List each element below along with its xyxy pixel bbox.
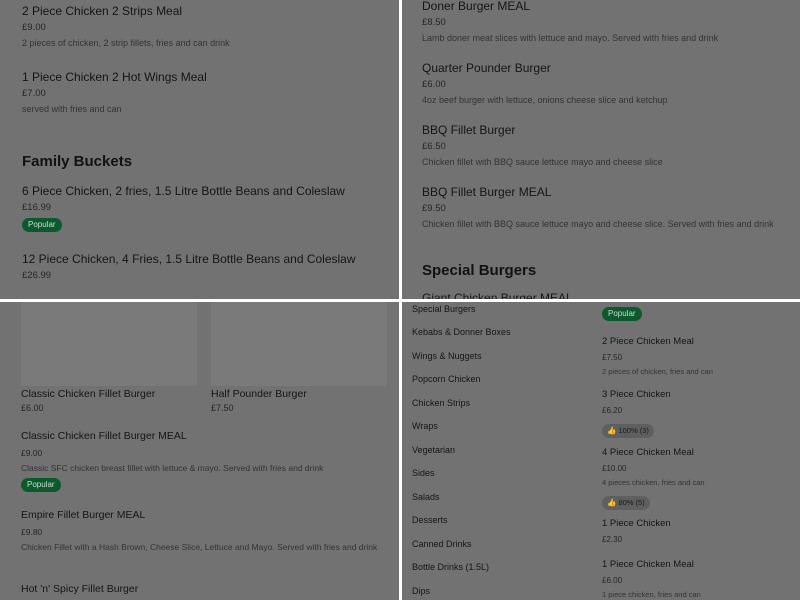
item-price: £6.00 [602, 576, 623, 585]
item-name: 1 Piece Chicken [602, 518, 671, 529]
card-name[interactable]: Half Pounder Burger [211, 388, 307, 401]
menu-item[interactable]: 1 Piece Chicken 2 Hot Wings Meal £7.00 s… [22, 70, 389, 115]
item-price: £8.50 [422, 17, 446, 28]
menu-item[interactable]: 12 Piece Chicken, 4 Fries, 1.5 Litre Bot… [22, 252, 389, 282]
item-price: £6.00 [422, 79, 446, 90]
item-description: Classic SFC chicken breast fillet with l… [21, 463, 324, 473]
category-link[interactable]: Special Burgers [412, 304, 476, 315]
popular-badge: Popular [602, 307, 642, 321]
item-name: 6 Piece Chicken, 2 fries, 1.5 Litre Bott… [22, 184, 345, 198]
menu-item[interactable]: BBQ Fillet Burger £6.50 Chicken fillet w… [422, 123, 790, 168]
item-price: £6.20 [602, 406, 623, 415]
category-link[interactable]: Wraps [412, 421, 438, 432]
menu-item[interactable]: BBQ Fillet Burger MEAL £9.50 Chicken fil… [422, 185, 790, 230]
item-price: £6.50 [422, 141, 446, 152]
category-link[interactable]: Popcorn Chicken [412, 374, 481, 385]
item-name: 4 Piece Chicken Meal [602, 447, 694, 458]
item-price: £9.50 [422, 203, 446, 214]
item-name: Doner Burger MEAL [422, 0, 531, 13]
category-link[interactable]: Dips [412, 586, 430, 597]
menu-item[interactable]: 3 Piece Chicken £6.20 👍 100% (3) [602, 388, 794, 438]
item-name: BBQ Fillet Burger MEAL [422, 185, 552, 199]
thumbs-up-icon: 👍 [607, 498, 617, 507]
menu-panel-bottom-right: Special Burgers Kebabs & Donner Boxes Wi… [402, 302, 800, 600]
rating-badge: 👍 80% (5) [602, 496, 650, 510]
item-description: Chicken fillet with BBQ sauce lettuce ma… [422, 157, 663, 167]
menu-item[interactable]: 1 Piece Chicken Meal £6.00 1 piece chick… [602, 558, 794, 600]
category-link[interactable]: Salads [412, 492, 440, 503]
card-name[interactable]: Classic Chicken Fillet Burger [21, 388, 155, 401]
menu-panel-top-left: 2 Piece Chicken 2 Strips Meal £9.00 2 pi… [0, 0, 399, 299]
item-price: £7.00 [22, 88, 46, 99]
menu-panel-bottom-left: Classic Chicken Fillet Burger £6.00 Half… [0, 302, 399, 600]
category-link[interactable]: Kebabs & Donner Boxes [412, 327, 511, 338]
item-price: £9.80 [21, 527, 43, 537]
item-price: £16.99 [22, 202, 52, 213]
section-heading: Special Burgers [422, 262, 537, 279]
item-description: Chicken Fillet with a Hash Brown, Cheese… [21, 542, 378, 552]
thumbs-up-icon: 👍 [607, 426, 617, 435]
menu-item[interactable]: 1 Piece Chicken £2.30 [602, 517, 794, 546]
item-name: 2 Piece Chicken 2 Strips Meal [22, 4, 183, 18]
category-link[interactable]: Chicken Strips [412, 398, 470, 409]
item-description: Lamb doner meat slices with lettuce and … [422, 33, 719, 43]
menu-item[interactable]: Quarter Pounder Burger £6.00 4oz beef bu… [422, 61, 790, 106]
popular-badge-row: Popular [602, 303, 794, 321]
menu-item[interactable]: Empire Fillet Burger MEAL £9.80 Chicken … [21, 508, 389, 553]
item-price: £9.00 [21, 448, 43, 458]
item-price: £9.00 [22, 22, 46, 33]
item-name: 12 Piece Chicken, 4 Fries, 1.5 Litre Bot… [22, 252, 356, 266]
item-name: BBQ Fillet Burger [422, 123, 516, 137]
menu-item[interactable]: Hot 'n' Spicy Fillet Burger [21, 582, 389, 596]
item-price: £2.30 [602, 535, 623, 544]
item-name: Classic Chicken Fillet Burger MEAL [21, 430, 187, 442]
category-link[interactable]: Vegetarian [412, 445, 455, 456]
menu-item[interactable]: 6 Piece Chicken, 2 fries, 1.5 Litre Bott… [22, 184, 389, 232]
menu-item[interactable]: Classic Chicken Fillet Burger MEAL £9.00… [21, 429, 389, 492]
category-link[interactable]: Bottle Drinks (1.5L) [412, 562, 489, 573]
section-heading: Family Buckets [22, 153, 133, 170]
menu-item[interactable]: 4 Piece Chicken Meal £10.00 4 pieces chi… [602, 446, 794, 510]
menu-item[interactable]: Doner Burger MEAL £8.50 Lamb doner meat … [422, 0, 790, 44]
item-price: £7.50 [602, 353, 623, 362]
item-description: Chicken fillet with BBQ sauce lettuce ma… [422, 219, 774, 229]
rating-row: 👍 80% (5) [602, 492, 794, 510]
item-name: Quarter Pounder Burger [422, 61, 551, 75]
item-name: Hot 'n' Spicy Fillet Burger [21, 583, 139, 595]
rating-row: 👍 100% (3) [602, 420, 794, 438]
category-link[interactable]: Sides [412, 468, 435, 479]
rating-badge: 👍 100% (3) [602, 424, 654, 438]
rating-value: 100% (3) [618, 426, 649, 435]
category-link[interactable]: Wings & Nuggets [412, 351, 482, 362]
item-description: 2 pieces of chicken, 2 strip fillets, fr… [22, 38, 230, 48]
category-link[interactable]: Canned Drinks [412, 539, 472, 550]
card-price: £6.00 [21, 403, 44, 413]
rating-value: 80% (5) [618, 498, 645, 507]
item-name: Giant Chicken Burger MEAL [422, 291, 573, 299]
menu-item[interactable]: 2 Piece Chicken Meal £7.50 2 pieces of c… [602, 335, 794, 378]
category-link[interactable]: Desserts [412, 515, 448, 526]
menu-item[interactable]: 2 Piece Chicken 2 Strips Meal £9.00 2 pi… [22, 4, 389, 49]
item-description: 4 pieces chicken, fries and can [602, 478, 705, 487]
item-name: 3 Piece Chicken [602, 389, 671, 400]
item-name: Empire Fillet Burger MEAL [21, 509, 146, 521]
item-name: 1 Piece Chicken Meal [602, 559, 694, 570]
item-description: 1 piece chicken, fries and can [602, 590, 701, 599]
menu-item[interactable]: Giant Chicken Burger MEAL [422, 291, 790, 299]
food-image-card[interactable] [21, 302, 197, 386]
item-description: served with fries and can [22, 104, 122, 114]
food-image-card[interactable] [211, 302, 387, 386]
menu-panel-top-right: Doner Burger MEAL £8.50 Lamb doner meat … [402, 0, 800, 299]
item-name: 1 Piece Chicken 2 Hot Wings Meal [22, 70, 207, 84]
item-name: 2 Piece Chicken Meal [602, 336, 694, 347]
item-price: £26.99 [22, 270, 52, 281]
popular-badge: Popular [22, 218, 62, 232]
item-description: 4oz beef burger with lettuce, onions che… [422, 95, 668, 105]
item-price: £10.00 [602, 464, 627, 473]
item-description: 2 pieces of chicken, fries and can [602, 367, 713, 376]
popular-badge: Popular [21, 478, 61, 492]
card-price: £7.50 [211, 403, 234, 413]
